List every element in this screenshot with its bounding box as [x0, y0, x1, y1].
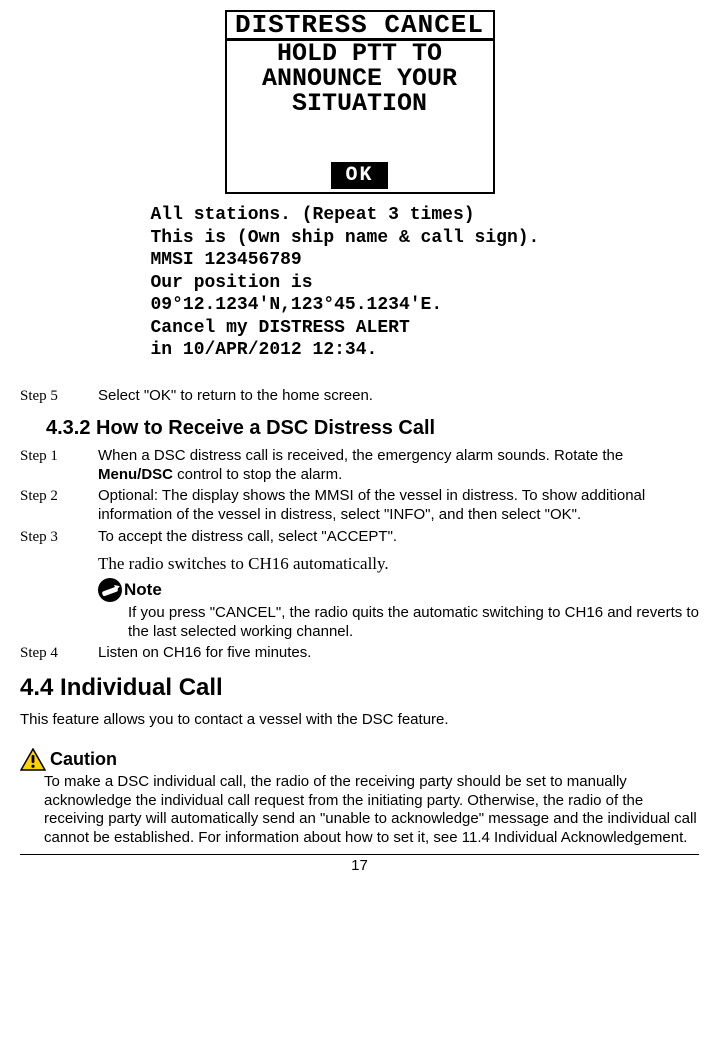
- note-icon: [98, 578, 122, 602]
- lcd-body: HOLD PTT TO ANNOUNCE YOUR SITUATION: [226, 41, 494, 160]
- note-block: Note If you press "CANCEL", the radio qu…: [98, 578, 699, 642]
- step-label: Step 5: [20, 387, 98, 406]
- caution-body: To make a DSC individual call, the radio…: [44, 773, 699, 848]
- heading-4-4: 4.4 Individual Call: [20, 673, 699, 703]
- step-row: Step 2Optional: The display shows the MM…: [20, 487, 699, 525]
- step-row: Step 4 Listen on CH16 for five minutes.: [20, 644, 699, 663]
- caution-title: Caution: [50, 748, 117, 771]
- step-row: Step 3To accept the distress call, selec…: [20, 528, 699, 547]
- caution-block: Caution To make a DSC individual call, t…: [20, 748, 699, 848]
- auto-switch-text: The radio switches to CH16 automatically…: [98, 553, 699, 574]
- step-text: Optional: The display shows the MMSI of …: [98, 487, 699, 525]
- page-divider: [20, 854, 699, 855]
- step-text: Listen on CH16 for five minutes.: [98, 644, 699, 663]
- step-text: When a DSC distress call is received, th…: [98, 447, 699, 485]
- lcd-softkey-row: OK: [226, 160, 494, 193]
- step-row: Step 5 Select "OK" to return to the home…: [20, 387, 699, 406]
- step-row: Step 1When a DSC distress call is receiv…: [20, 447, 699, 485]
- step-text: To accept the distress call, select "ACC…: [98, 528, 699, 547]
- step-label: Step 1: [20, 447, 98, 485]
- step-label: Step 2: [20, 487, 98, 525]
- note-title: Note: [124, 579, 162, 600]
- intro-4-4: This feature allows you to contact a ves…: [20, 711, 699, 730]
- step-text: Select "OK" to return to the home screen…: [98, 387, 699, 406]
- lcd-screen: DISTRESS CANCEL HOLD PTT TO ANNOUNCE YOU…: [225, 10, 495, 194]
- caution-icon: [20, 748, 46, 771]
- ok-softkey[interactable]: OK: [331, 162, 387, 189]
- announcement-script: All stations. (Repeat 3 times) This is (…: [143, 200, 577, 384]
- step-label: Step 4: [20, 644, 98, 663]
- heading-4-3-2: 4.3.2 How to Receive a DSC Distress Call: [46, 416, 699, 441]
- page-number: 17: [20, 857, 699, 876]
- note-body: If you press "CANCEL", the radio quits t…: [128, 604, 699, 642]
- step-label: Step 3: [20, 528, 98, 547]
- lcd-title: DISTRESS CANCEL: [226, 11, 494, 41]
